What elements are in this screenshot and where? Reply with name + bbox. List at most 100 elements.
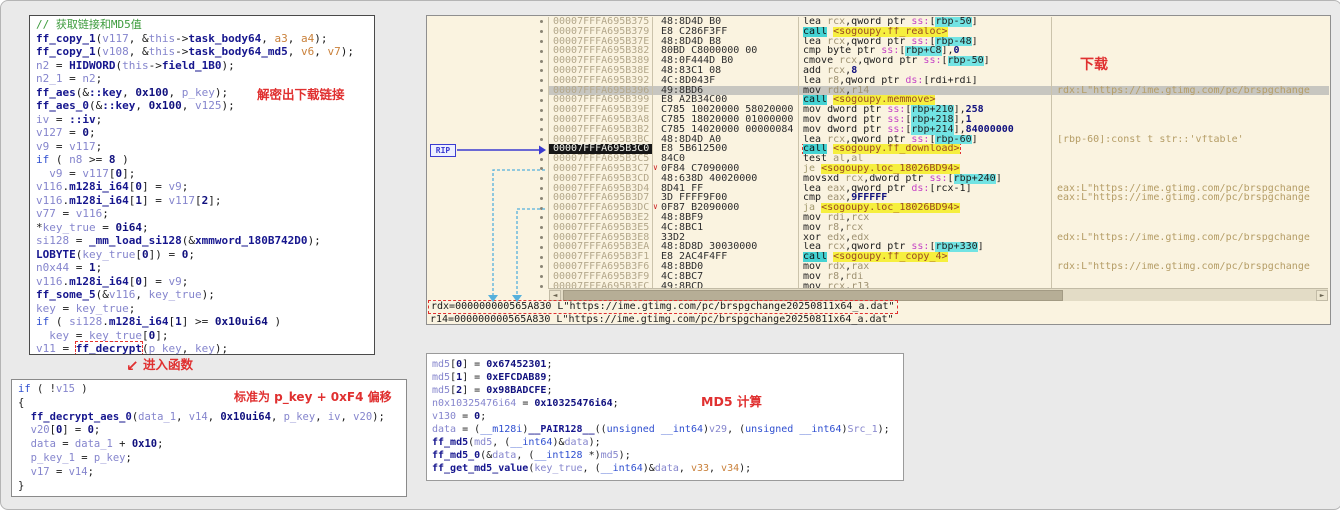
disasm-row[interactable]: 00007FFFA695B379E8 C286F3FFcall <sogoupy… xyxy=(428,27,1329,37)
breakpoint-dot-icon[interactable] xyxy=(540,226,543,229)
disasm-row[interactable]: 00007FFFA695B3924C:8D043Flea r8,qword pt… xyxy=(428,76,1329,86)
disasm-row[interactable]: 00007FFFA695B3F94C:8BC7mov r8,rdi xyxy=(428,272,1329,282)
disasm-row[interactable]: 00007FFFA695B3F648:8BD0mov rdx,raxrdx:L"… xyxy=(428,262,1329,272)
status-line-rdx[interactable]: rdx=000000000565A830 L"https://ime.gtimg… xyxy=(428,300,898,314)
breakpoint-dot-icon[interactable] xyxy=(540,197,543,200)
breakpoint-dot-icon[interactable] xyxy=(540,118,543,121)
instruction[interactable]: call <sogoupy.memmove> xyxy=(798,95,1051,105)
breakpoint-dot-icon[interactable] xyxy=(540,187,543,190)
instruction[interactable]: cmp byte ptr ss:[rbp+C8],0 xyxy=(798,46,1051,56)
instruction[interactable]: mov dword ptr ss:[rbp+218],1 xyxy=(798,115,1051,125)
breakpoint-dot-icon[interactable] xyxy=(540,158,543,161)
instruction[interactable]: lea rcx,qword ptr ss:[rbp-60] xyxy=(798,135,1051,145)
breakpoint-dot-icon[interactable] xyxy=(540,177,543,180)
instruction-address[interactable]: 00007FFFA695B39E xyxy=(548,105,652,115)
instruction-address[interactable]: 00007FFFA695B3E2 xyxy=(548,213,652,223)
instruction[interactable]: lea rcx,qword ptr ss:[rbp+330] xyxy=(798,242,1051,252)
disasm-row[interactable]: 00007FFFA695B3E54C:8BC1mov r8,rcx xyxy=(428,223,1329,233)
instruction-address[interactable]: 00007FFFA695B3F6 xyxy=(548,262,652,272)
instruction-address[interactable]: 00007FFFA695B3E5 xyxy=(548,223,652,233)
disasm-row[interactable]: 00007FFFA695B37548:8D4D B0lea rcx,qword … xyxy=(428,17,1329,27)
disasm-row[interactable]: 00007FFFA695B3F1E8 2AC4F4FFcall <sogoupy… xyxy=(428,252,1329,262)
instruction-address[interactable]: 00007FFFA695B3E8 xyxy=(548,233,652,243)
breakpoint-dot-icon[interactable] xyxy=(540,246,543,249)
instruction-address[interactable]: 00007FFFA695B38E xyxy=(548,66,652,76)
instruction[interactable]: ja <sogoupy.loc_18026BD94> xyxy=(798,203,1051,213)
disasm-row[interactable]: 00007FFFA695B3DC∨0F87 B2090000ja <sogoup… xyxy=(428,203,1329,213)
breakpoint-dot-icon[interactable] xyxy=(540,109,543,112)
disasm-row[interactable]: 00007FFFA695B3BC48:8D4D A0lea rcx,qword … xyxy=(428,135,1329,145)
instruction[interactable]: je <sogoupy.loc_18026BD94> xyxy=(798,164,1051,174)
pseudocode-panel-main[interactable]: // 获取链接和MD5值ff_copy_1(v117, &this->task_… xyxy=(29,15,375,355)
disassembly-panel[interactable]: 00007FFFA695B37548:8D4D B0lea rcx,qword … xyxy=(426,15,1331,325)
disasm-row[interactable]: 00007FFFA695B3E248:8BF9mov rdi,rcx xyxy=(428,213,1329,223)
instruction[interactable]: mov dword ptr ss:[rbp+210],258 xyxy=(798,105,1051,115)
instruction-address[interactable]: 00007FFFA695B3C7 xyxy=(548,164,652,174)
instruction[interactable]: lea eax,qword ptr ds:[rcx-1] xyxy=(798,184,1051,194)
disasm-row[interactable]: 00007FFFA695B38948:0F444D B0cmove rcx,qw… xyxy=(428,56,1329,66)
instruction-address[interactable]: 00007FFFA695B3D7 xyxy=(548,193,652,203)
instruction-address[interactable]: 00007FFFA695B399 xyxy=(548,95,652,105)
breakpoint-dot-icon[interactable] xyxy=(540,69,543,72)
breakpoint-dot-icon[interactable] xyxy=(540,20,543,23)
disasm-row[interactable]: 00007FFFA695B3C0E8 5B612500call <sogoupy… xyxy=(428,144,1329,154)
breakpoint-dot-icon[interactable] xyxy=(540,99,543,102)
disasm-row[interactable]: 00007FFFA695B3EA48:8D8D 30030000lea rcx,… xyxy=(428,242,1329,252)
breakpoint-dot-icon[interactable] xyxy=(540,265,543,268)
instruction-address[interactable]: 00007FFFA695B392 xyxy=(548,76,652,86)
disasm-row[interactable]: 00007FFFA695B39649:8BD6mov rdx,r14rdx:L"… xyxy=(428,86,1329,96)
breakpoint-dot-icon[interactable] xyxy=(540,79,543,82)
breakpoint-dot-icon[interactable] xyxy=(540,207,543,210)
instruction[interactable]: lea rcx,qword ptr ss:[rbp-48] xyxy=(798,37,1051,47)
disasm-row[interactable]: 00007FFFA695B3CD48:638D 40020000movsxd r… xyxy=(428,174,1329,184)
instruction[interactable]: lea rcx,qword ptr ss:[rbp-50] xyxy=(798,17,1051,27)
instruction[interactable]: call <sogoupy.ff_copy_4> xyxy=(798,252,1051,262)
instruction-address[interactable]: 00007FFFA695B3C5 xyxy=(548,154,652,164)
instruction-address[interactable]: 00007FFFA695B3F1 xyxy=(548,252,652,262)
instruction[interactable]: xor edx,edx xyxy=(798,233,1051,243)
breakpoint-dot-icon[interactable] xyxy=(540,236,543,239)
instruction[interactable]: cmp eax,9FFFFF xyxy=(798,193,1051,203)
instruction[interactable]: lea r8,qword ptr ds:[rdi+rdi] xyxy=(798,76,1051,86)
instruction-address[interactable]: 00007FFFA695B37E xyxy=(548,37,652,47)
breakpoint-dot-icon[interactable] xyxy=(540,30,543,33)
breakpoint-dot-icon[interactable] xyxy=(540,40,543,43)
status-line-r14[interactable]: r14=000000000565A830 L"https://ime.gtimg… xyxy=(430,314,894,325)
instruction-address[interactable]: 00007FFFA695B3D4 xyxy=(548,184,652,194)
disasm-row[interactable]: 00007FFFA695B37E48:8D4D B8lea rcx,qword … xyxy=(428,37,1329,47)
instruction[interactable]: call <sogoupy.ff_realoc> xyxy=(798,27,1051,37)
breakpoint-dot-icon[interactable] xyxy=(540,89,543,92)
instruction-address[interactable]: 00007FFFA695B379 xyxy=(548,27,652,37)
instruction-address[interactable]: 00007FFFA695B3C0 xyxy=(548,144,652,154)
instruction-address[interactable]: 00007FFFA695B3A8 xyxy=(548,115,652,125)
disasm-row[interactable]: 00007FFFA695B3B2C785 14020000 00000084mo… xyxy=(428,125,1329,135)
disasm-row[interactable]: 00007FFFA695B3D73D FFFF9F00cmp eax,9FFFF… xyxy=(428,193,1329,203)
disasm-row[interactable]: 00007FFFA695B3E833D2xor edx,edxedx:L"htt… xyxy=(428,233,1329,243)
breakpoint-dot-icon[interactable] xyxy=(540,275,543,278)
instruction[interactable]: mov rdx,rax xyxy=(798,262,1051,272)
disasm-row[interactable]: 00007FFFA695B39EC785 10020000 58020000mo… xyxy=(428,105,1329,115)
breakpoint-dot-icon[interactable] xyxy=(540,148,543,151)
breakpoint-dot-icon[interactable] xyxy=(540,50,543,53)
instruction[interactable]: mov r8,rdi xyxy=(798,272,1051,282)
disasm-row[interactable]: 00007FFFA695B3A8C785 18020000 01000000mo… xyxy=(428,115,1329,125)
instruction-address[interactable]: 00007FFFA695B3F9 xyxy=(548,272,652,282)
instruction-address[interactable]: 00007FFFA695B375 xyxy=(548,17,652,27)
instruction-address[interactable]: 00007FFFA695B389 xyxy=(548,56,652,66)
disasm-row[interactable]: 00007FFFA695B38E48:83C1 08add rcx,8 xyxy=(428,66,1329,76)
breakpoint-dot-icon[interactable] xyxy=(540,60,543,63)
breakpoint-dot-icon[interactable] xyxy=(540,216,543,219)
instruction-address[interactable]: 00007FFFA695B3EA xyxy=(548,242,652,252)
instruction-address[interactable]: 00007FFFA695B3B2 xyxy=(548,125,652,135)
breakpoint-dot-icon[interactable] xyxy=(540,128,543,131)
breakpoint-dot-icon[interactable] xyxy=(540,167,543,170)
disasm-row[interactable]: 00007FFFA695B3C584C0test al,al xyxy=(428,154,1329,164)
instruction[interactable]: cmove rcx,qword ptr ss:[rbp-50] xyxy=(798,56,1051,66)
instruction[interactable]: test al,al xyxy=(798,154,1051,164)
breakpoint-dot-icon[interactable] xyxy=(540,138,543,141)
instruction[interactable]: mov dword ptr ss:[rbp+214],84000000 xyxy=(798,125,1051,135)
instruction[interactable]: movsxd rcx,dword ptr ss:[rbp+240] xyxy=(798,174,1051,184)
disasm-row[interactable]: 00007FFFA695B3D48D41 FFlea eax,qword ptr… xyxy=(428,184,1329,194)
instruction-address[interactable]: 00007FFFA695B3BC xyxy=(548,135,652,145)
instruction[interactable]: mov rdx,r14 xyxy=(798,86,1051,96)
